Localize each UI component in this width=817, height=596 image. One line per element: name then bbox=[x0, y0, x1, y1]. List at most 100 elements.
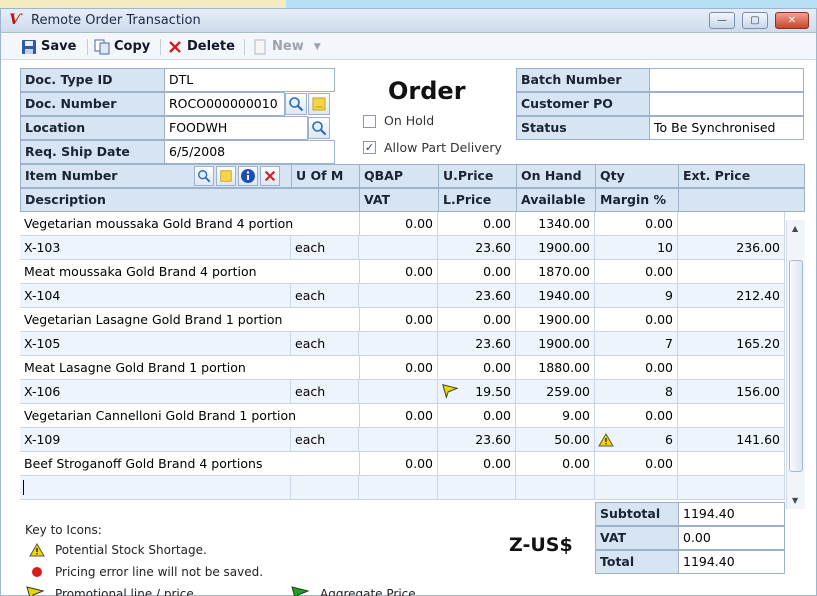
onhand-cell[interactable]: 9.00 bbox=[516, 404, 595, 428]
location-field[interactable]: FOODWH bbox=[164, 116, 308, 140]
allow-part-delivery-checkbox[interactable]: ✓ bbox=[363, 141, 376, 154]
description-cell[interactable]: Meat Lasagne Gold Brand 1 portion bbox=[20, 356, 360, 380]
blank-cell[interactable] bbox=[678, 212, 785, 236]
col-vat[interactable]: VAT bbox=[359, 188, 439, 212]
uofm-cell[interactable]: each bbox=[291, 380, 359, 404]
batch-number-field[interactable] bbox=[649, 68, 804, 92]
description-cell[interactable]: Vegetarian Cannelloni Gold Brand 1 porti… bbox=[20, 404, 360, 428]
qty-cell[interactable]: 9 bbox=[595, 284, 678, 308]
customer-po-field[interactable] bbox=[649, 92, 804, 116]
available-cell[interactable]: 1940.00 bbox=[516, 284, 595, 308]
table-row[interactable]: Beef Stroganoff Gold Brand 4 portions 0.0… bbox=[20, 452, 785, 476]
col-onhand[interactable]: On Hand bbox=[516, 164, 596, 188]
chevron-down-icon[interactable]: ▼ bbox=[314, 38, 321, 56]
col-margin[interactable]: Margin % bbox=[595, 188, 679, 212]
available-cell[interactable]: 259.00 bbox=[516, 380, 595, 404]
location-search-button[interactable] bbox=[308, 117, 330, 139]
blank-cell[interactable] bbox=[678, 452, 785, 476]
onhand-cell[interactable]: 1340.00 bbox=[516, 212, 595, 236]
lprice-cell[interactable]: 23.60 bbox=[438, 332, 516, 356]
table-row[interactable]: Meat moussaka Gold Brand 4 portion 0.00 0.… bbox=[20, 260, 785, 284]
doc-number-search-button[interactable] bbox=[285, 93, 307, 115]
available-cell[interactable] bbox=[516, 476, 595, 500]
onhand-cell[interactable]: 0.00 bbox=[516, 452, 595, 476]
ext-price-cell[interactable]: 236.00 bbox=[678, 236, 785, 260]
ext-price-cell[interactable]: 165.20 bbox=[678, 332, 785, 356]
uofm-cell[interactable]: each bbox=[291, 284, 359, 308]
uprice-cell[interactable]: 0.00 bbox=[438, 212, 516, 236]
qty-cell[interactable]: 8 bbox=[595, 380, 678, 404]
table-row[interactable]: X-106 each 19.50 259.00 8 156.00 bbox=[20, 380, 785, 404]
qbap-cell[interactable]: 0.00 bbox=[359, 404, 438, 428]
qbap-cell[interactable]: 0.00 bbox=[359, 452, 438, 476]
vat-cell[interactable] bbox=[359, 284, 438, 308]
onhand-cell[interactable]: 1870.00 bbox=[516, 260, 595, 284]
doc-number-notes-button[interactable] bbox=[308, 93, 330, 115]
qty-cell[interactable]: 6 bbox=[595, 428, 678, 452]
margin-cell[interactable]: 0.00 bbox=[595, 404, 678, 428]
scroll-down-icon[interactable]: ▼ bbox=[792, 496, 798, 505]
qbap-cell[interactable]: 0.00 bbox=[359, 356, 438, 380]
qty-cell[interactable]: 7 bbox=[595, 332, 678, 356]
vat-cell[interactable] bbox=[359, 332, 438, 356]
table-row[interactable]: X-103 each 23.60 1900.00 10 236.00 bbox=[20, 236, 785, 260]
item-number-cell[interactable]: X-106 bbox=[20, 380, 291, 404]
new-item-input[interactable] bbox=[20, 476, 291, 500]
vat-cell[interactable] bbox=[359, 428, 438, 452]
col-description[interactable]: Description bbox=[20, 188, 360, 212]
item-number-cell[interactable]: X-104 bbox=[20, 284, 291, 308]
on-hold-checkbox[interactable] bbox=[363, 115, 376, 128]
uprice-cell[interactable]: 0.00 bbox=[438, 260, 516, 284]
lprice-cell[interactable]: 23.60 bbox=[438, 428, 516, 452]
blank-cell[interactable] bbox=[678, 260, 785, 284]
description-cell[interactable]: Meat moussaka Gold Brand 4 portion bbox=[20, 260, 360, 284]
ext-price-cell[interactable]: 212.40 bbox=[678, 284, 785, 308]
ext-price-cell[interactable]: 156.00 bbox=[678, 380, 785, 404]
vat-cell[interactable] bbox=[359, 380, 438, 404]
lprice-cell[interactable] bbox=[438, 476, 516, 500]
close-button[interactable]: ✕ bbox=[775, 12, 809, 29]
uofm-cell[interactable]: each bbox=[291, 428, 359, 452]
qbap-cell[interactable]: 0.00 bbox=[359, 212, 438, 236]
col-uprice[interactable]: U.Price bbox=[438, 164, 517, 188]
table-row[interactable]: X-105 each 23.60 1900.00 7 165.20 bbox=[20, 332, 785, 356]
available-cell[interactable]: 1900.00 bbox=[516, 236, 595, 260]
col-ext-price[interactable]: Ext. Price bbox=[678, 164, 805, 188]
col-uofm[interactable]: U Of M bbox=[291, 164, 360, 188]
uprice-cell[interactable]: 0.00 bbox=[438, 404, 516, 428]
item-number-cell[interactable]: X-103 bbox=[20, 236, 291, 260]
description-cell[interactable]: Vegetarian moussaka Gold Brand 4 portion bbox=[20, 212, 360, 236]
minimize-button[interactable]: — bbox=[709, 12, 735, 29]
description-cell[interactable]: Beef Stroganoff Gold Brand 4 portions bbox=[20, 452, 360, 476]
onhand-cell[interactable]: 1900.00 bbox=[516, 308, 595, 332]
grid-search-button[interactable] bbox=[194, 166, 214, 186]
blank-cell[interactable] bbox=[678, 308, 785, 332]
save-button[interactable]: Save bbox=[21, 38, 76, 56]
available-cell[interactable]: 50.00 bbox=[516, 428, 595, 452]
uprice-cell[interactable]: 0.00 bbox=[438, 452, 516, 476]
grid-delete-line-button[interactable] bbox=[260, 166, 280, 186]
table-row[interactable]: X-109 each 23.60 50.00 6 141.60 bbox=[20, 428, 785, 452]
grid-scrollbar[interactable]: ▲ ▼ bbox=[786, 220, 805, 509]
table-row[interactable]: X-104 each 23.60 1940.00 9 212.40 bbox=[20, 284, 785, 308]
uprice-cell[interactable]: 0.00 bbox=[438, 356, 516, 380]
lprice-cell[interactable]: 19.50 bbox=[438, 380, 516, 404]
col-lprice[interactable]: L.Price bbox=[438, 188, 517, 212]
uprice-cell[interactable]: 0.00 bbox=[438, 308, 516, 332]
uofm-cell[interactable] bbox=[291, 476, 359, 500]
qty-cell[interactable] bbox=[595, 476, 678, 500]
description-cell[interactable]: Vegetarian Lasagne Gold Brand 1 portion bbox=[20, 308, 360, 332]
col-available[interactable]: Available bbox=[516, 188, 596, 212]
ext-price-cell[interactable] bbox=[678, 476, 785, 500]
qbap-cell[interactable]: 0.00 bbox=[359, 308, 438, 332]
ext-price-cell[interactable]: 141.60 bbox=[678, 428, 785, 452]
vat-cell[interactable] bbox=[359, 236, 438, 260]
lprice-cell[interactable]: 23.60 bbox=[438, 284, 516, 308]
scroll-thumb[interactable] bbox=[789, 260, 803, 472]
item-number-cell[interactable]: X-105 bbox=[20, 332, 291, 356]
col-qty[interactable]: Qty bbox=[595, 164, 679, 188]
new-button[interactable]: New ▼ bbox=[252, 38, 321, 56]
blank-cell[interactable] bbox=[678, 356, 785, 380]
margin-cell[interactable]: 0.00 bbox=[595, 212, 678, 236]
uofm-cell[interactable]: each bbox=[291, 236, 359, 260]
